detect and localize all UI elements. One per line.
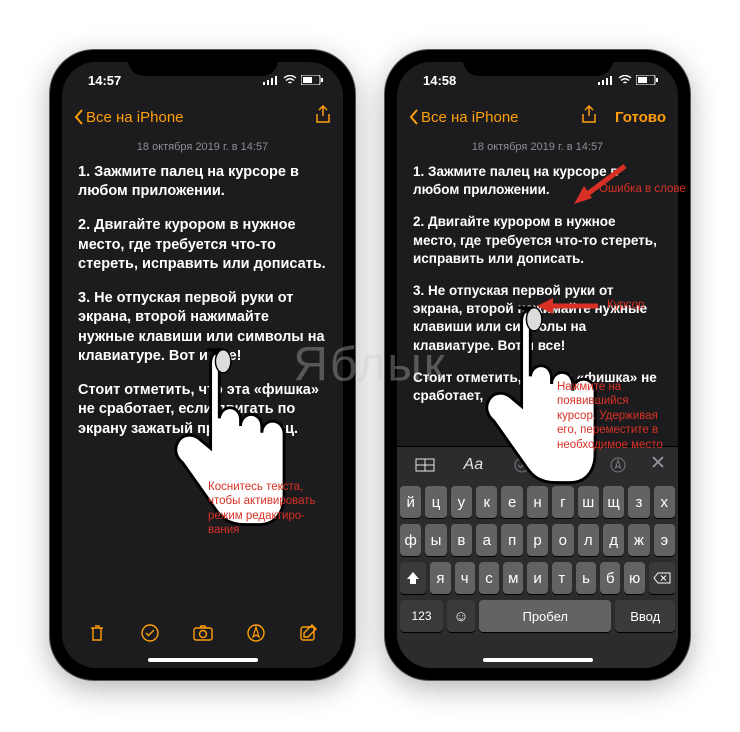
key-ф[interactable]: ф <box>400 524 421 556</box>
key-г[interactable]: г <box>552 486 573 518</box>
key-ц[interactable]: ц <box>425 486 446 518</box>
format-icon[interactable]: Aa <box>451 456 495 474</box>
done-button[interactable]: Готово <box>615 109 666 126</box>
key-д[interactable]: д <box>603 524 624 556</box>
note-paragraph: 3. Не отпуская первой руки от экрана, вт… <box>78 289 327 367</box>
key-а[interactable]: а <box>476 524 497 556</box>
key-з[interactable]: з <box>628 486 649 518</box>
annotation-text: Нажмите на появившийся курсор. Удерживая… <box>557 380 663 452</box>
markup-icon[interactable] <box>242 623 270 643</box>
status-time: 14:58 <box>417 73 456 88</box>
notch <box>128 50 278 76</box>
key-й[interactable]: й <box>400 486 421 518</box>
back-button[interactable]: Все на iPhone <box>409 109 519 126</box>
key-м[interactable]: м <box>503 562 523 594</box>
nav-bar: Все на iPhone <box>62 98 343 136</box>
key-ж[interactable]: ж <box>628 524 649 556</box>
key-р[interactable]: р <box>527 524 548 556</box>
key-ш[interactable]: ш <box>578 486 599 518</box>
key-ю[interactable]: ю <box>624 562 644 594</box>
numbers-key[interactable]: 123 <box>400 600 443 632</box>
phone-left: 14:57 Все на iPhone 18 октября 2019 <box>50 50 355 680</box>
close-icon[interactable] <box>644 454 672 475</box>
notch <box>463 50 613 76</box>
note-content[interactable]: 18 октября 2019 г. в 14:57 1. Зажмите па… <box>62 136 343 612</box>
battery-icon <box>301 73 323 88</box>
key-ы[interactable]: ы <box>425 524 446 556</box>
compose-icon[interactable] <box>295 623 323 643</box>
check-icon[interactable] <box>136 623 164 643</box>
markup-icon[interactable] <box>596 456 640 474</box>
home-indicator[interactable] <box>483 658 593 662</box>
space-key[interactable]: Пробел <box>479 600 611 632</box>
key-с[interactable]: с <box>479 562 499 594</box>
camera-icon[interactable] <box>189 625 217 641</box>
note-date: 18 октября 2019 г. в 14:57 <box>413 140 662 155</box>
key-ч[interactable]: ч <box>455 562 475 594</box>
arrow-icon <box>533 294 603 318</box>
key-в[interactable]: в <box>451 524 472 556</box>
note-date: 18 октября 2019 г. в 14:57 <box>78 140 327 155</box>
enter-key[interactable]: Ввод <box>615 600 675 632</box>
phone-right: 14:58 Все на iPhone Готово 1 <box>385 50 690 680</box>
key-щ[interactable]: щ <box>603 486 624 518</box>
key-л[interactable]: л <box>578 524 599 556</box>
back-label: Все на iPhone <box>421 109 519 126</box>
keyboard: йцукенгшщзх фывапролджэ ячсмитьбю 123 ☺ … <box>397 482 678 668</box>
keyboard-row: ячсмитьбю <box>400 562 675 594</box>
status-time: 14:57 <box>82 73 121 88</box>
table-icon[interactable] <box>403 458 447 472</box>
home-indicator[interactable] <box>148 658 258 662</box>
nav-bar: Все на iPhone Готово <box>397 98 678 136</box>
note-paragraph: 2. Двигайте курором в нужное место, где … <box>413 213 662 268</box>
checklist-icon[interactable] <box>499 456 543 474</box>
note-paragraph: 1. Зажмите палец на курсоре в любом прил… <box>78 163 327 202</box>
camera-icon[interactable] <box>548 458 592 472</box>
key-п[interactable]: п <box>501 524 522 556</box>
keyboard-row: фывапролджэ <box>400 524 675 556</box>
key-е[interactable]: е <box>501 486 522 518</box>
key-и[interactable]: и <box>527 562 547 594</box>
key-х[interactable]: х <box>654 486 675 518</box>
back-label: Все на iPhone <box>86 109 184 126</box>
key-н[interactable]: н <box>527 486 548 518</box>
note-paragraph: 2. Двигайте курором в нужное место, где … <box>78 216 327 275</box>
key-я[interactable]: я <box>430 562 450 594</box>
back-button[interactable]: Все на iPhone <box>74 109 184 126</box>
wifi-icon <box>618 73 632 88</box>
key-к[interactable]: к <box>476 486 497 518</box>
wifi-icon <box>283 73 297 88</box>
note-paragraph: 3. Не отпуская первой руки от экрана, вт… <box>413 282 662 355</box>
share-button[interactable] <box>581 105 597 130</box>
note-paragraph: Стоит отметить, что эта «фишка» не срабо… <box>78 381 327 440</box>
battery-icon <box>636 73 658 88</box>
key-ь[interactable]: ь <box>576 562 596 594</box>
key-у[interactable]: у <box>451 486 472 518</box>
annotation-text: Коснитесь текста, чтобы активировать реж… <box>208 480 316 538</box>
shift-key[interactable] <box>400 562 426 594</box>
annotation-text: Курсор <box>607 298 644 312</box>
backspace-key[interactable] <box>649 562 675 594</box>
key-т[interactable]: т <box>552 562 572 594</box>
emoji-key[interactable]: ☺ <box>447 600 475 632</box>
key-о[interactable]: о <box>552 524 573 556</box>
key-б[interactable]: б <box>600 562 620 594</box>
annotation-text: Ошибка в слове <box>599 182 686 196</box>
keyboard-row: йцукенгшщзх <box>400 486 675 518</box>
key-э[interactable]: э <box>654 524 675 556</box>
trash-icon[interactable] <box>83 623 111 643</box>
share-button[interactable] <box>315 105 331 130</box>
